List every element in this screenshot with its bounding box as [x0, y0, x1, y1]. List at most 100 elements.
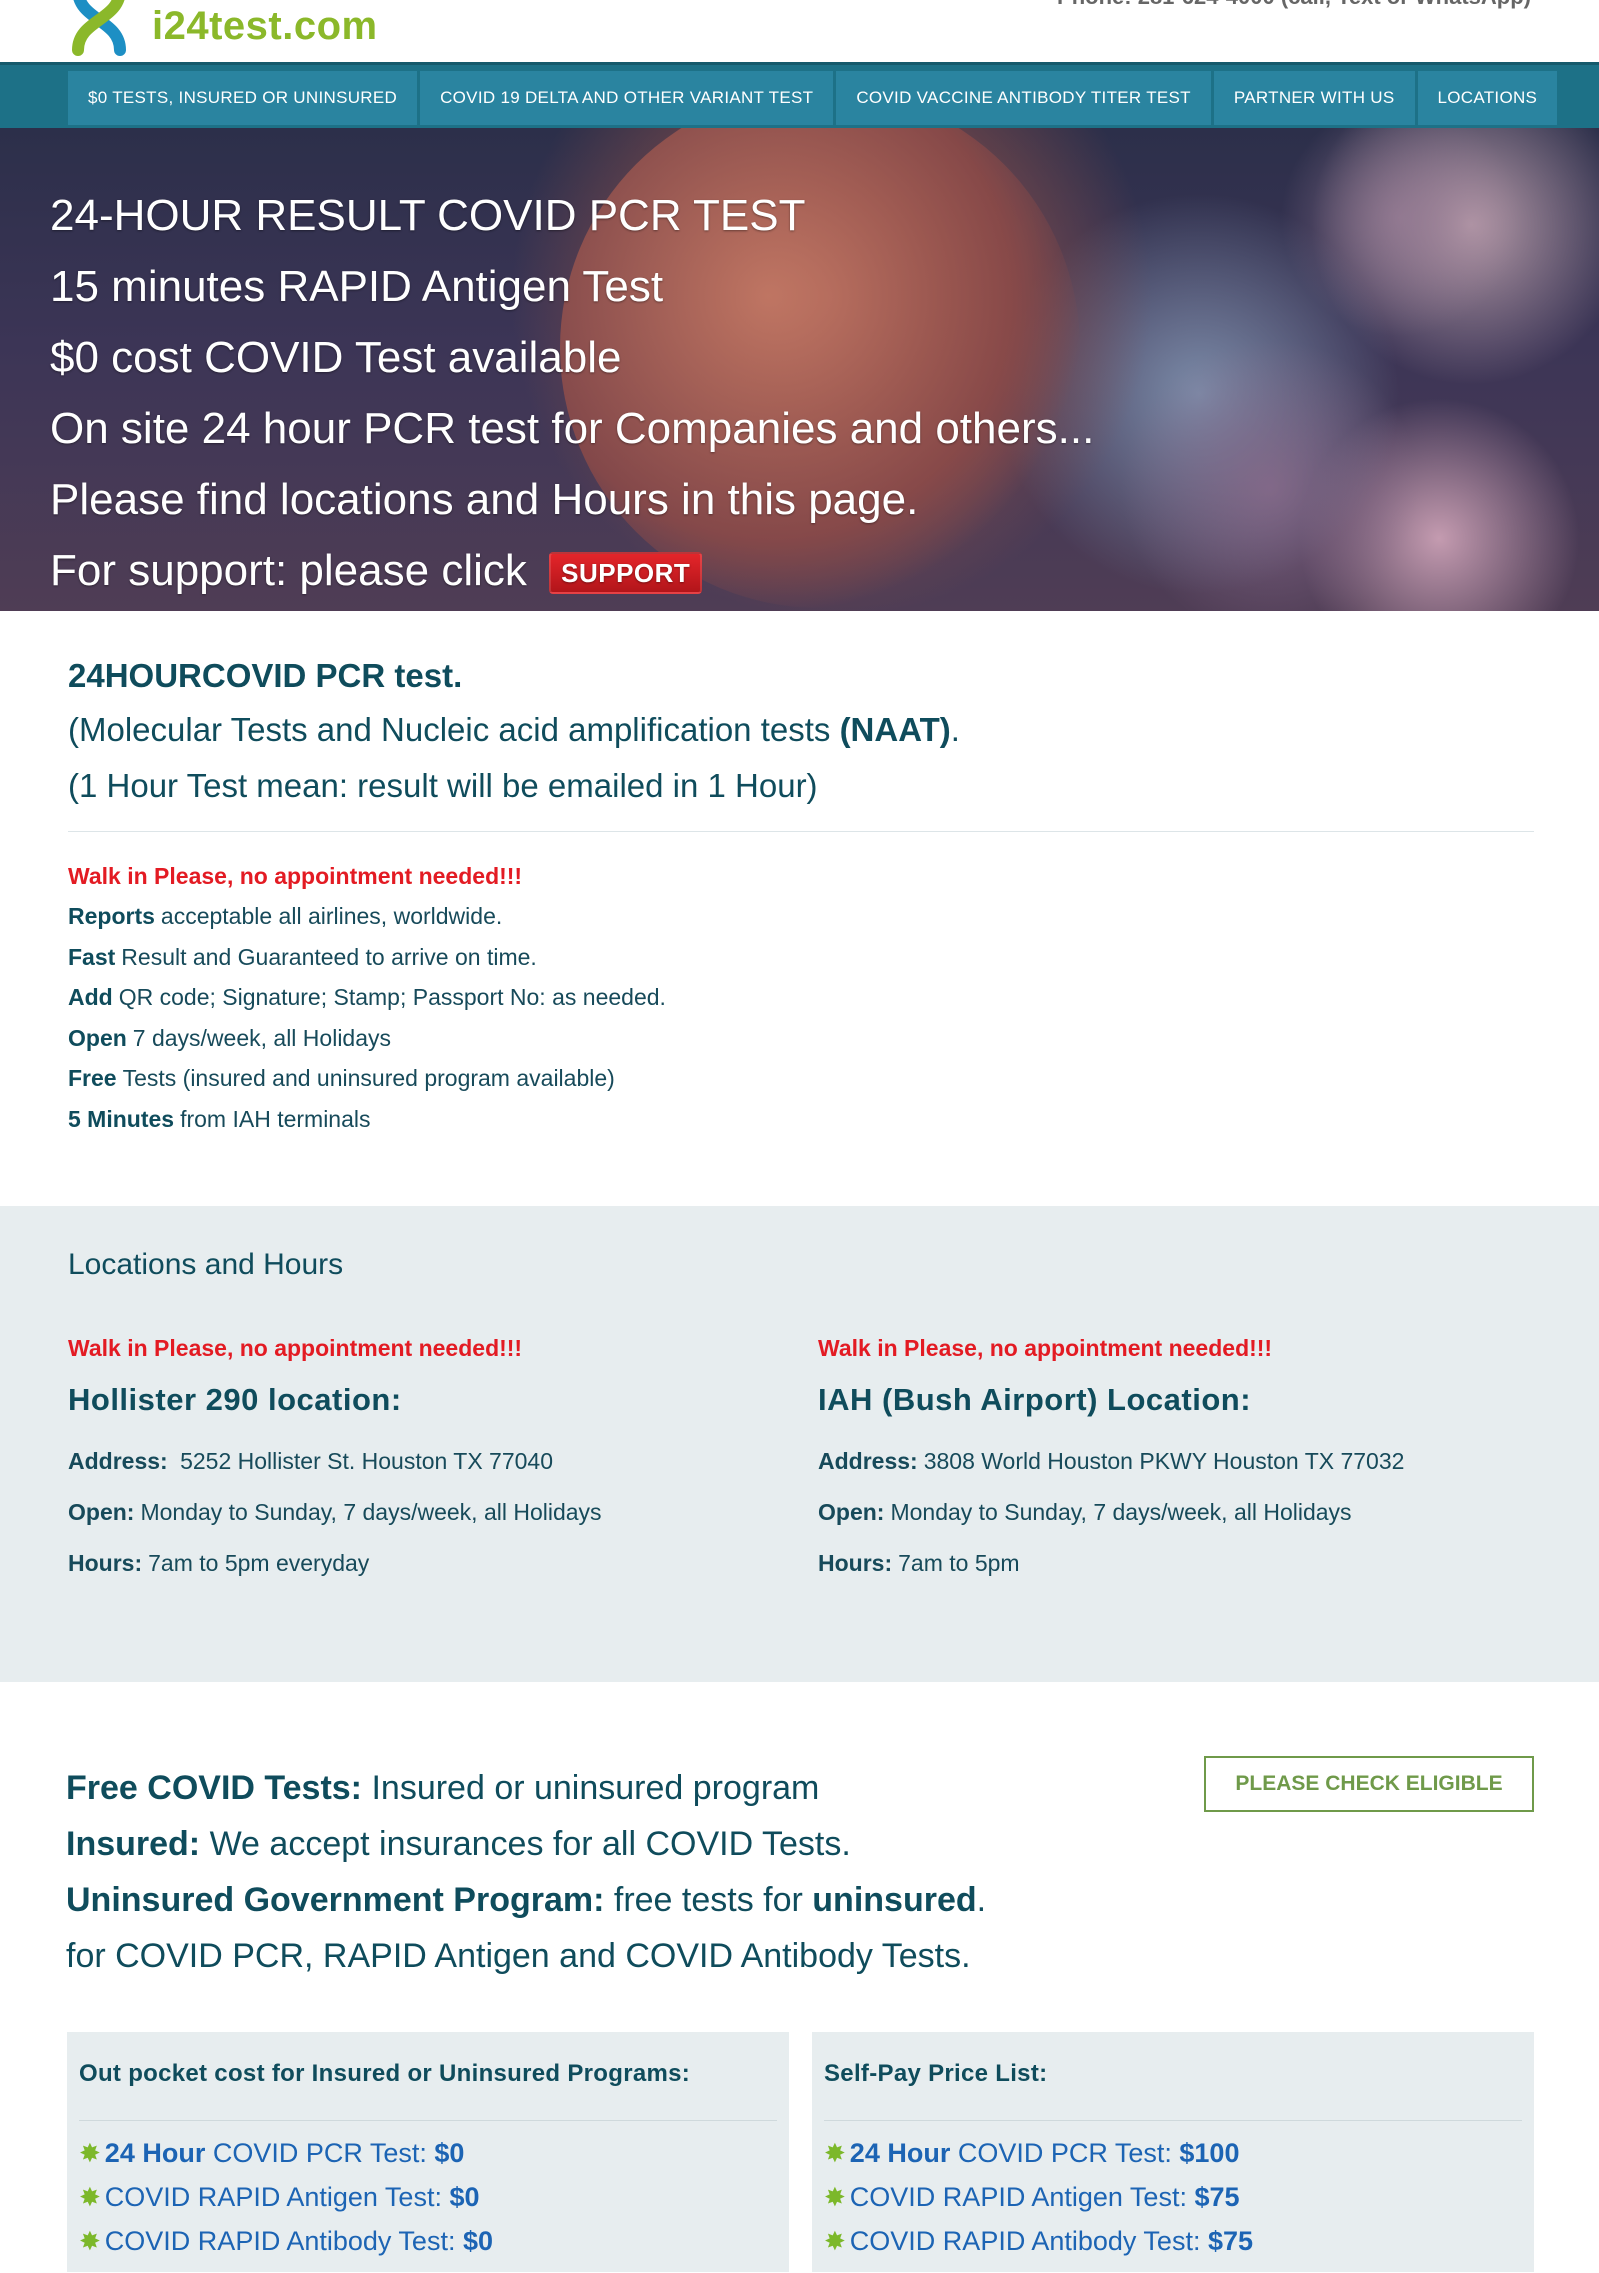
open-label: Open:	[818, 1499, 885, 1525]
nav-item-partner[interactable]: PARTNER WITH US	[1213, 71, 1415, 125]
feature-text: Tests (insured and uninsured program ava…	[122, 1065, 615, 1091]
free-tests-line: Free COVID Tests: Insured or uninsured p…	[66, 1760, 986, 1816]
open-label: Open:	[68, 1499, 135, 1525]
hero-support-line: For support: please click SUPPORT	[50, 535, 1094, 606]
price-item: ✸ COVID RAPID Antibody Test: $75	[824, 2219, 1522, 2263]
uninsured-text: free tests for	[604, 1881, 813, 1919]
address-label: Address:	[818, 1448, 918, 1474]
hours-value: 7am to 5pm	[898, 1550, 1020, 1576]
green-gear-icon: ✸	[824, 2182, 846, 2212]
price-label: COVID RAPID Antigen Test:	[104, 2182, 450, 2212]
location-address: Address: 3808 World Houston PKWY Houston …	[818, 1436, 1538, 1487]
free-tests-bold: Free COVID Tests:	[66, 1769, 363, 1807]
hero-text: 24-HOUR RESULT COVID PCR TEST 15 minutes…	[50, 180, 1094, 606]
price-item: ✸ 24 Hour COVID PCR Test: $100	[824, 2131, 1522, 2175]
feature-text: from IAH terminals	[180, 1105, 371, 1132]
price-item: ✸ 24 Hour COVID PCR Test: $0	[79, 2131, 777, 2175]
features-list: Walk in Please, no appointment needed!!!…	[68, 856, 666, 1139]
site-header: i24test.com Phone: 281-624-4000 (call, T…	[0, 0, 1599, 62]
price-item: ✸ COVID RAPID Antigen Test: $75	[824, 2175, 1522, 2219]
feature-item: Open 7 days/week, all Holidays	[68, 1018, 666, 1059]
price-value: $75	[1194, 2182, 1240, 2212]
hero-line: 24-HOUR RESULT COVID PCR TEST	[50, 191, 806, 240]
intro-section: 24HOURCOVID PCR test. (Molecular Tests a…	[68, 650, 1534, 814]
hero-banner: 24-HOUR RESULT COVID PCR TEST 15 minutes…	[0, 128, 1599, 611]
hero-line: 15 minutes RAPID Antigen Test	[50, 262, 664, 311]
intro-naat-suffix: .	[950, 711, 960, 748]
address-label: Address:	[68, 1448, 168, 1474]
feature-text: Result and Guaranteed to arrive on time.	[121, 943, 537, 970]
check-eligible-button[interactable]: PLEASE CHECK ELIGIBLE	[1204, 1756, 1534, 1812]
location-title: Hollister 290 location:	[68, 1382, 402, 1417]
price-value: $0	[449, 2182, 480, 2212]
feature-item: Free Tests (insured and uninsured program…	[68, 1058, 666, 1099]
main-nav: $0 TESTS, INSURED OR UNINSURED COVID 19 …	[0, 62, 1599, 131]
nav-item-zero-cost-tests[interactable]: $0 TESTS, INSURED OR UNINSURED	[68, 71, 418, 125]
walkin-notice: Walk in Please, no appointment needed!!!	[68, 1335, 523, 1361]
address-value: 3808 World Houston PKWY Houston TX 77032	[923, 1448, 1405, 1474]
location-address: Address: 5252 Hollister St. Houston TX 7…	[68, 1436, 788, 1487]
price-label: COVID PCR Test:	[950, 2138, 1180, 2168]
selfpay-price-heading: Self-Pay Price List:	[824, 2060, 1048, 2087]
location-open: Open: Monday to Sunday, 7 days/week, all …	[818, 1487, 1538, 1538]
price-value: $100	[1179, 2138, 1240, 2168]
hero-line: On site 24 hour PCR test for Companies a…	[50, 404, 1095, 453]
virus-background-image	[1280, 128, 1520, 338]
green-gear-icon: ✸	[824, 2226, 846, 2256]
uninsured-bold-word: uninsured	[812, 1881, 977, 1919]
price-label: COVID PCR Test:	[205, 2138, 435, 2168]
location-title: IAH (Bush Airport) Location:	[818, 1382, 1252, 1417]
nav-item-variant-test[interactable]: COVID 19 DELTA AND OTHER VARIANT TEST	[420, 71, 834, 125]
selfpay-price-box: Self-Pay Price List: ✸ 24 Hour COVID PCR …	[812, 2032, 1534, 2272]
green-gear-icon: ✸	[79, 2138, 101, 2168]
price-item: ✸ COVID RAPID Antibody Test: $0	[79, 2219, 777, 2263]
feature-text: acceptable all airlines, worldwide.	[160, 903, 503, 929]
insured-line: Insured: We accept insurances for all CO…	[66, 1816, 986, 1872]
nav-item-antibody-titer[interactable]: COVID VACCINE ANTIBODY TITER TEST	[836, 71, 1211, 125]
price-value: $75	[1207, 2226, 1254, 2256]
hero-line: $0 cost COVID Test available	[50, 333, 622, 382]
free-tests-text: Insured or uninsured program	[362, 1769, 820, 1807]
logo-text[interactable]: i24test.com	[152, 4, 378, 49]
price-value: $0	[434, 2138, 465, 2168]
location-hours: Hours: 7am to 5pm	[818, 1538, 1538, 1589]
feature-item: Add QR code; Signature; Stamp; Passport N…	[68, 977, 666, 1018]
feature-bold: Free	[68, 1065, 117, 1091]
hours-label: Hours:	[818, 1550, 893, 1576]
intro-one-hour-line: (1 Hour Test mean: result will be emaile…	[68, 767, 818, 804]
uninsured-bold: Uninsured Government Program:	[66, 1881, 605, 1919]
nav-item-locations[interactable]: LOCATIONS	[1417, 71, 1558, 125]
price-label: COVID RAPID Antibody Test:	[849, 2226, 1208, 2256]
insured-price-box: Out pocket cost for Insured or Uninsured…	[67, 2032, 789, 2272]
location-open: Open: Monday to Sunday, 7 days/week, all …	[68, 1487, 788, 1538]
dna-helix-logo-icon[interactable]	[64, 0, 134, 56]
location-card-iah: Walk in Please, no appointment needed!!!…	[818, 1328, 1538, 1589]
feature-bold: Open	[68, 1024, 127, 1051]
phone-contact: Phone: 281-624-4000 (call, Text or Whats…	[1057, 0, 1531, 10]
hero-line: Please find locations and Hours in this …	[50, 475, 919, 524]
walkin-notice: Walk in Please, no appointment needed!!!	[68, 863, 523, 889]
price-value: $0	[462, 2226, 493, 2256]
support-button[interactable]: SUPPORT	[549, 552, 703, 595]
feature-bold: Add	[68, 984, 113, 1010]
intro-naat-prefix: (Molecular Tests and Nucleic acid amplif…	[68, 711, 840, 748]
walkin-notice: Walk in Please, no appointment needed!!!	[818, 1335, 1273, 1361]
intro-title: 24HOURCOVID PCR test.	[68, 657, 463, 694]
price-label: COVID RAPID Antibody Test:	[104, 2226, 463, 2256]
locations-heading: Locations and Hours	[68, 1248, 344, 1281]
feature-item: Reports acceptable all airlines, worldwid…	[68, 896, 666, 937]
hours-label: Hours:	[68, 1550, 143, 1576]
feature-bold: Reports	[68, 903, 155, 929]
price-bold-prefix: 24 Hour	[849, 2138, 951, 2168]
open-value: Monday to Sunday, 7 days/week, all Holid…	[140, 1499, 602, 1525]
location-hours: Hours: 7am to 5pm everyday	[68, 1538, 788, 1589]
free-tests-block: Free COVID Tests: Insured or uninsured p…	[66, 1760, 986, 1984]
locations-section: Locations and Hours Walk in Please, no a…	[0, 1206, 1599, 1682]
intro-naat-bold: (NAAT)	[839, 711, 951, 748]
price-label: COVID RAPID Antigen Test:	[849, 2182, 1195, 2212]
green-gear-icon: ✸	[79, 2182, 101, 2212]
insured-bold: Insured:	[66, 1825, 201, 1863]
intro-naat-line: (Molecular Tests and Nucleic acid amplif…	[68, 702, 1534, 758]
open-value: Monday to Sunday, 7 days/week, all Holid…	[890, 1499, 1352, 1525]
uninsured-line: Uninsured Government Program: free tests…	[66, 1872, 986, 1928]
